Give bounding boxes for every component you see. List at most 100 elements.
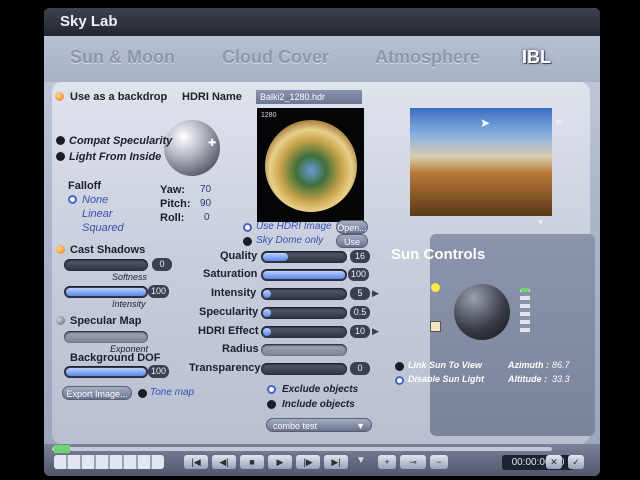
tab-ibl[interactable]: IBL [522, 47, 551, 68]
compat-specularity-label: Compat Specularity [69, 135, 173, 147]
step-forward-button[interactable]: |▶ [296, 455, 320, 469]
stop-button[interactable]: ■ [240, 455, 264, 469]
combo-select-value: combo test [273, 421, 318, 431]
light-from-inside-toggle[interactable] [56, 152, 65, 161]
disable-sun-light-label: Disable Sun Light [408, 374, 485, 384]
tab-atmosphere[interactable]: Atmosphere [375, 47, 480, 68]
specularity-slider-fill [263, 309, 271, 317]
go-to-start-button[interactable]: |◀ [184, 455, 208, 469]
timeline-chevron-down-icon[interactable]: ▼ [356, 455, 366, 466]
saturation-slider[interactable] [261, 269, 347, 281]
left-intensity-slider[interactable] [64, 286, 148, 298]
use-sky-button[interactable]: Use Sky [336, 234, 368, 261]
softness-value[interactable]: 0 [152, 258, 172, 271]
intensity-slider[interactable] [261, 288, 347, 300]
saturation-value[interactable]: 100 [348, 268, 370, 281]
exponent-slider[interactable] [64, 331, 148, 343]
sun-controls-title: Sun Controls [391, 246, 486, 263]
hdri-name-field[interactable]: Balki2_1280.hdr [256, 90, 362, 104]
background-dof-slider[interactable] [64, 366, 148, 378]
include-objects-label: Include objects [282, 399, 355, 410]
hdri-effect-slider[interactable] [261, 326, 347, 338]
light-from-inside-label: Light From Inside [69, 151, 162, 163]
tab-cloud-cover[interactable]: Cloud Cover [222, 47, 329, 68]
altitude-label: Altitude : [508, 374, 547, 384]
preview-right-arrow-icon[interactable]: ▶ [556, 116, 563, 127]
softness-slider[interactable] [64, 259, 148, 271]
sun-position-icon[interactable] [431, 283, 440, 292]
sun-direction-sphere[interactable] [454, 284, 510, 340]
sun-elevation-scale[interactable] [520, 288, 530, 334]
mouse-cursor-icon: ➤ [480, 116, 491, 130]
hdri-effect-expand-icon[interactable]: ▶ [372, 326, 379, 337]
step-back-button[interactable]: ◀| [212, 455, 236, 469]
open-button[interactable]: Open... [336, 220, 368, 234]
pitch-value[interactable]: 90 [200, 198, 211, 209]
title-bar: Sky Lab [44, 8, 600, 36]
transparency-slider[interactable] [261, 363, 347, 375]
sky-lab-window: Sky Lab Sun & Moon Cloud Cover Atmospher… [44, 8, 600, 476]
left-intensity-value[interactable]: 100 [148, 285, 170, 298]
remove-keyframe-button[interactable]: − [430, 455, 448, 469]
link-sun-to-view-label: Link Sun To View [408, 360, 482, 370]
intensity-label: Intensity [211, 287, 257, 299]
tab-sun-moon[interactable]: Sun & Moon [70, 47, 175, 68]
roll-value[interactable]: 0 [204, 212, 210, 223]
hdri-preview-image[interactable]: ➤ [410, 108, 552, 216]
cast-shadows-toggle[interactable] [56, 245, 65, 254]
background-dof-label: Background DOF [70, 352, 161, 364]
background-dof-value[interactable]: 100 [148, 365, 170, 378]
use-hdri-image-radio[interactable] [243, 223, 252, 232]
go-to-end-button[interactable]: ▶| [324, 455, 348, 469]
quality-slider[interactable] [261, 251, 347, 263]
moon-position-icon[interactable] [430, 321, 441, 332]
falloff-squared-label[interactable]: Squared [82, 222, 124, 234]
disable-sun-light-toggle[interactable] [395, 376, 404, 385]
tab-bar: Sun & Moon Cloud Cover Atmosphere IBL [44, 36, 600, 82]
combo-select[interactable]: combo test ▼ [266, 418, 372, 432]
intensity-expand-icon[interactable]: ▶ [372, 288, 379, 299]
intensity-value[interactable]: 5 [350, 287, 370, 300]
export-image-button[interactable]: Export Image... [62, 386, 132, 400]
sky-dome-only-radio[interactable] [243, 237, 252, 246]
sphere-handle-icon[interactable]: ✚ [208, 138, 216, 149]
altitude-value[interactable]: 33.3 [552, 374, 570, 384]
backdrop-toggle[interactable] [55, 92, 64, 101]
falloff-none-radio[interactable] [68, 195, 77, 204]
timeline-playhead[interactable] [54, 445, 70, 453]
radius-slider[interactable] [261, 344, 347, 356]
compat-specularity-toggle[interactable] [56, 136, 65, 145]
saturation-slider-fill [263, 271, 345, 279]
key-icon[interactable]: ⊸ [400, 455, 426, 469]
include-objects-radio[interactable] [267, 400, 276, 409]
exclude-objects-label: Exclude objects [282, 384, 359, 395]
left-intensity-label: Intensity [112, 299, 146, 309]
exclude-objects-radio[interactable] [267, 385, 276, 394]
add-keyframe-button[interactable]: + [378, 455, 396, 469]
preview-down-arrow-icon[interactable]: ▼ [536, 217, 545, 227]
specular-map-toggle[interactable] [56, 316, 65, 325]
specular-map-label: Specular Map [70, 315, 142, 327]
specularity-value[interactable]: 0.5 [350, 306, 370, 319]
softness-label: Softness [112, 272, 148, 282]
confirm-icon[interactable]: ✓ [568, 455, 584, 469]
cancel-icon[interactable]: ✕ [546, 455, 562, 469]
background-dof-slider-fill [66, 368, 146, 376]
falloff-linear-label[interactable]: Linear [82, 208, 113, 220]
tone-map-toggle[interactable] [138, 389, 147, 398]
hdri-effect-value[interactable]: 10 [350, 325, 370, 338]
azimuth-label: Azimuth : [508, 360, 549, 370]
window-title: Sky Lab [60, 13, 118, 30]
link-sun-to-view-toggle[interactable] [395, 362, 404, 371]
specularity-slider[interactable] [261, 307, 347, 319]
keyframe-strip[interactable] [54, 455, 164, 469]
yaw-value[interactable]: 70 [200, 184, 211, 195]
play-button[interactable]: ▶ [268, 455, 292, 469]
transparency-value[interactable]: 0 [350, 362, 370, 375]
timeline-scrubber[interactable] [52, 447, 552, 451]
quality-slider-fill [263, 253, 288, 261]
hdri-name-label: HDRI Name [182, 91, 242, 103]
azimuth-value[interactable]: 86.7 [552, 360, 570, 370]
intensity-slider-fill [263, 290, 271, 298]
quality-value[interactable]: 16 [350, 250, 370, 263]
